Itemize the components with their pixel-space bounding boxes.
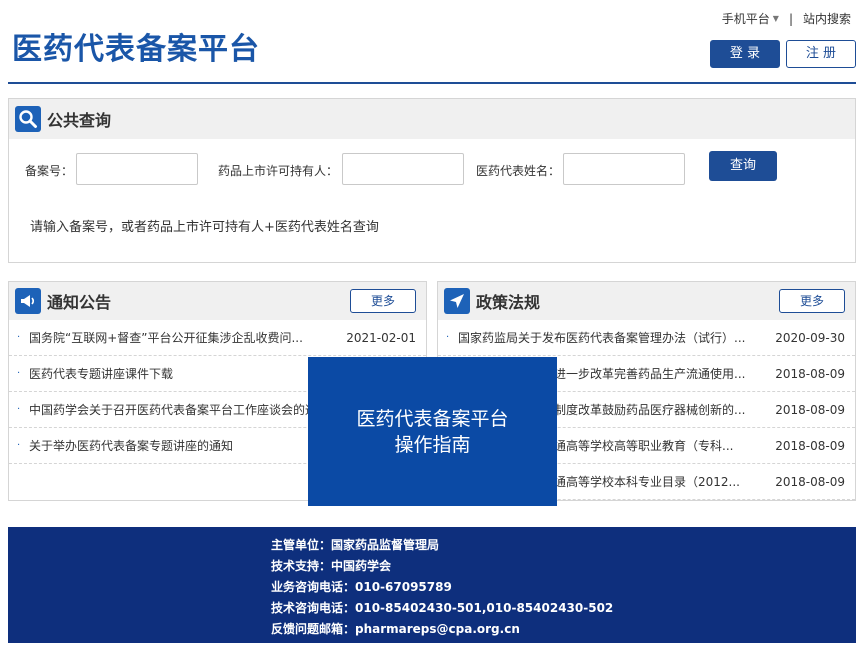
notice-date: 2021-02-01	[346, 331, 416, 345]
bullet-icon: ·	[17, 404, 21, 415]
register-button[interactable]: 注 册	[786, 40, 856, 68]
footer-feedback-email: 反馈问题邮箱：pharmareps@cpa.org.cn	[271, 622, 520, 636]
search-form: 备案号： 药品上市许可持有人： 医药代表姓名： 查询	[9, 151, 855, 187]
public-query-header: 公共查询	[9, 99, 855, 139]
site-footer: 主管单位：国家药品监督管理局 技术支持：中国药学会 业务咨询电话：010-670…	[8, 527, 856, 643]
notice-title[interactable]: 国务院“互联网+督查”平台公开征集涉企乱收费问...	[29, 320, 329, 356]
query-button[interactable]: 查询	[709, 151, 777, 181]
bullet-icon: ·	[17, 332, 21, 343]
navigation-arrow-icon	[444, 288, 470, 314]
query-hint: 请输入备案号，或者药品上市许可持有人+医药代表姓名查询	[30, 220, 379, 235]
list-item[interactable]: · 国家药监局关于发布医药代表备案管理办法（试行）... 2020-09-30	[438, 320, 855, 356]
footer-info: 主管单位：国家药品监督管理局 技术支持：中国药学会 业务咨询电话：010-670…	[271, 535, 613, 640]
policy-title[interactable]: 国家药监局关于发布医药代表备案管理办法（试行）...	[458, 320, 758, 356]
policy-date: 2018-08-09	[775, 439, 845, 453]
list-item[interactable]: · 国务院“互联网+督查”平台公开征集涉企乱收费问... 2021-02-01	[9, 320, 426, 356]
license-holder-input[interactable]	[342, 153, 464, 185]
notices-header: 通知公告 更多	[9, 282, 426, 320]
rep-name-label: 医药代表姓名：	[476, 164, 561, 178]
site-header: 医药代表备案平台 手机平台 ▼ | 站内搜索 登 录 注 册	[0, 0, 863, 84]
notices-title: 通知公告	[47, 293, 112, 312]
notices-more-button[interactable]: 更多	[350, 289, 416, 313]
guide-line-2: 操作指南	[394, 433, 471, 456]
public-query-title: 公共查询	[47, 111, 112, 130]
notice-title[interactable]: 医药代表专题讲座课件下载	[29, 356, 329, 392]
filing-number-label: 备案号：	[25, 164, 74, 178]
operation-guide-banner[interactable]: 医药代表备案平台 操作指南	[308, 357, 557, 506]
footer-tech-phone: 技术咨询电话：010-85402430-501,010-85402430-502	[271, 601, 614, 615]
login-button[interactable]: 登 录	[710, 40, 780, 68]
policies-title: 政策法规	[476, 293, 541, 312]
policy-date: 2018-08-09	[775, 403, 845, 417]
footer-tech-support: 技术支持：中国药学会	[271, 559, 392, 573]
footer-authority: 主管单位：国家药品监督管理局	[271, 538, 440, 552]
link-separator: |	[788, 11, 793, 26]
top-links: 手机平台 ▼ | 站内搜索	[722, 10, 851, 27]
policy-date: 2018-08-09	[775, 367, 845, 381]
guide-line-1: 医药代表备案平台	[356, 407, 509, 430]
caret-down-icon[interactable]: ▼	[773, 14, 779, 23]
notice-title[interactable]: 关于举办医药代表备案专题讲座的通知	[29, 428, 329, 464]
bullet-icon: ·	[17, 440, 21, 451]
policy-date: 2020-09-30	[775, 331, 845, 345]
site-title: 医药代表备案平台	[12, 32, 260, 67]
bullet-icon: ·	[446, 332, 450, 343]
public-query-panel: 公共查询 备案号： 药品上市许可持有人： 医药代表姓名： 查询 请输入备案号，或…	[8, 98, 856, 263]
header-divider	[8, 82, 856, 84]
policy-date: 2018-08-09	[775, 475, 845, 489]
megaphone-icon	[15, 288, 41, 314]
site-search-link[interactable]: 站内搜索	[803, 10, 851, 27]
footer-business-phone: 业务咨询电话：010-67095789	[271, 580, 452, 594]
policies-header: 政策法规 更多	[438, 282, 855, 320]
mobile-platform-link[interactable]: 手机平台	[722, 10, 770, 27]
rep-name-input[interactable]	[563, 153, 685, 185]
license-holder-label: 药品上市许可持有人：	[218, 164, 339, 178]
filing-number-input[interactable]	[76, 153, 198, 185]
search-icon	[15, 106, 41, 132]
policies-more-button[interactable]: 更多	[779, 289, 845, 313]
notice-title[interactable]: 中国药学会关于召开医药代表备案平台工作座谈会的通知	[29, 392, 329, 428]
bullet-icon: ·	[17, 368, 21, 379]
